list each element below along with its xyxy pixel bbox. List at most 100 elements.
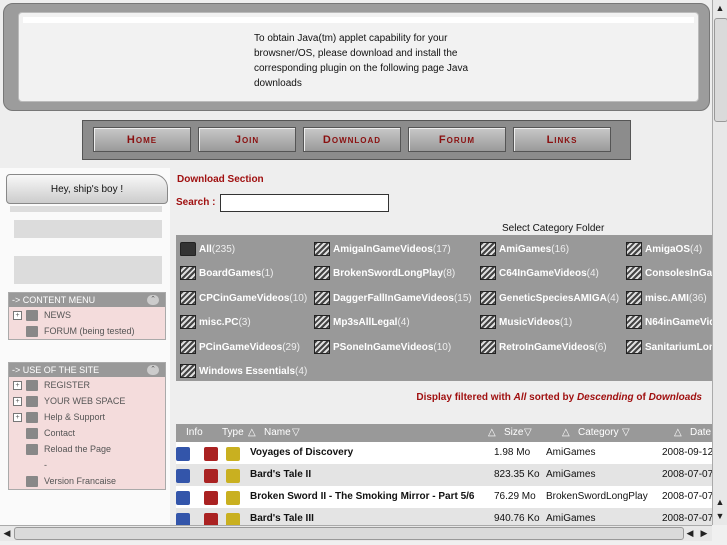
content-menu-panel: -> CONTENT MENU ⌃ + NEWS FORUM (being tes…	[8, 292, 166, 340]
collapse-icon[interactable]: ⌃	[147, 365, 159, 375]
category-count: (4)	[397, 316, 410, 328]
col-type[interactable]: Type	[222, 427, 244, 438]
file-name[interactable]: Broken Sword II - The Smoking Mirror - P…	[250, 491, 474, 502]
horizontal-scroll-thumb[interactable]	[14, 527, 684, 540]
download-icon[interactable]	[204, 513, 218, 525]
file-type-icon[interactable]	[226, 513, 240, 525]
file-type-icon[interactable]	[226, 447, 240, 461]
sidebar-block	[14, 220, 162, 238]
menu-item-web-space[interactable]: + YOUR WEB SPACE	[9, 393, 165, 409]
menu-item-french[interactable]: Version Francaise	[9, 473, 165, 489]
french-flag-icon	[26, 475, 38, 487]
scroll-left-icon[interactable]: ◀	[684, 527, 696, 539]
sort-up-icon[interactable]: △	[562, 427, 570, 438]
file-date: 2008-09-12	[662, 447, 712, 458]
download-icon[interactable]	[204, 447, 218, 461]
sort-down-icon[interactable]: ▽	[292, 427, 300, 438]
menu-item-register[interactable]: + REGISTER	[9, 377, 165, 393]
download-icon[interactable]	[204, 491, 218, 505]
nav-links[interactable]: Links	[513, 127, 611, 152]
category-folder[interactable]: MusicVideos (1)	[480, 314, 572, 330]
category-folder[interactable]: AmigaOS (4)	[626, 241, 702, 257]
col-name[interactable]: Name	[264, 427, 291, 438]
use-site-header[interactable]: -> USE OF THE SITE ⌃	[9, 363, 165, 377]
table-row[interactable]: Bard's Tale II 823.35 Ko AmiGames 2008-07-0…	[176, 464, 712, 486]
category-folder[interactable]: CPCinGameVideos (10)	[180, 290, 307, 306]
nav-home[interactable]: Home	[93, 127, 191, 152]
category-all[interactable]: All (235)	[180, 241, 235, 257]
download-icon[interactable]	[204, 469, 218, 483]
filter-sorted-by: sorted by	[529, 392, 575, 403]
sort-up-icon[interactable]: △	[674, 427, 682, 438]
category-folder[interactable]: misc.PC (3)	[180, 314, 251, 330]
info-icon[interactable]	[176, 469, 190, 483]
info-icon[interactable]	[176, 491, 190, 505]
filter-prefix: Display filtered with	[416, 392, 511, 403]
file-type-icon[interactable]	[226, 491, 240, 505]
scroll-down-icon[interactable]: ▼	[714, 510, 726, 522]
scroll-right-icon[interactable]: ▶	[698, 527, 710, 539]
horizontal-scrollbar[interactable]: ◀ ◀ ▶	[0, 525, 712, 541]
category-folder[interactable]: GeneticSpeciesAMIGA (4)	[480, 290, 619, 306]
expand-icon[interactable]: +	[13, 380, 22, 390]
category-folder[interactable]: Mp3sAllLegal (4)	[314, 314, 410, 330]
menu-item-label: NEWS	[44, 310, 71, 320]
collapse-icon[interactable]: ⌃	[147, 295, 159, 305]
category-folder[interactable]: PCinGameVideos (29)	[180, 339, 300, 355]
category-folder[interactable]: misc.AMI (36)	[626, 290, 707, 306]
category-folder[interactable]: N64inGameVid	[626, 314, 712, 330]
col-date[interactable]: Date	[690, 427, 711, 438]
menu-item-news[interactable]: + NEWS	[9, 307, 165, 323]
scroll-up-icon[interactable]: ▲	[714, 496, 726, 508]
col-category[interactable]: Category	[578, 427, 619, 438]
category-folder[interactable]: BrokenSwordLongPlay (8)	[314, 265, 455, 281]
category-folder[interactable]: DaggerFallInGameVideos (15)	[314, 290, 472, 306]
sort-up-icon[interactable]: △	[248, 427, 256, 438]
file-name[interactable]: Bard's Tale III	[250, 513, 314, 524]
nav-join[interactable]: Join	[198, 127, 296, 152]
category-name: AmiGames	[499, 243, 552, 255]
sort-down-icon[interactable]: ▽	[622, 427, 630, 438]
expand-icon[interactable]: +	[13, 310, 22, 320]
category-folder[interactable]: C64InGameVideos (4)	[480, 265, 599, 281]
sort-down-icon[interactable]: ▽	[524, 427, 532, 438]
menu-separator: -	[9, 457, 165, 473]
category-folder[interactable]: SanitariumLon	[626, 339, 712, 355]
vertical-scroll-thumb[interactable]	[714, 18, 727, 122]
info-icon[interactable]	[176, 513, 190, 525]
vertical-scrollbar[interactable]: ▲ ▲ ▼	[712, 0, 727, 525]
file-name[interactable]: Bard's Tale II	[250, 469, 311, 480]
menu-item-forum[interactable]: FORUM (being tested)	[9, 323, 165, 339]
nav-forum[interactable]: Forum	[408, 127, 506, 152]
scroll-left-icon[interactable]: ◀	[1, 527, 13, 539]
category-name: SanitariumLon	[645, 341, 712, 353]
table-row[interactable]: Bard's Tale III 940.76 Ko AmiGames 2008-07-…	[176, 508, 712, 525]
banner-top-strip	[23, 17, 694, 23]
search-input[interactable]	[220, 194, 389, 212]
scroll-up-icon[interactable]: ▲	[714, 2, 726, 14]
file-type-icon[interactable]	[226, 469, 240, 483]
table-row[interactable]: Voyages of Discovery 1.98 Mo AmiGames 2008-…	[176, 442, 712, 464]
content-menu-header[interactable]: -> CONTENT MENU ⌃	[9, 293, 165, 307]
info-icon[interactable]	[176, 447, 190, 461]
category-folder[interactable]: AmigaInGameVideos (17)	[314, 241, 451, 257]
col-size[interactable]: Size	[504, 427, 523, 438]
category-folder[interactable]: BoardGames (1)	[180, 265, 273, 281]
category-folder[interactable]: Windows Essentials (4)	[180, 363, 307, 379]
menu-item-contact[interactable]: Contact	[9, 425, 165, 441]
menu-item-reload[interactable]: Reload the Page	[9, 441, 165, 457]
menu-item-help[interactable]: + Help & Support	[9, 409, 165, 425]
category-name: CPCinGameVideos	[199, 292, 290, 304]
category-folder[interactable]: AmiGames (16)	[480, 241, 569, 257]
sort-up-icon[interactable]: △	[488, 427, 496, 438]
expand-icon[interactable]: +	[13, 396, 22, 406]
table-row[interactable]: Broken Sword II - The Smoking Mirror - P…	[176, 486, 712, 508]
expand-icon[interactable]: +	[13, 412, 22, 422]
category-name: MusicVideos	[499, 316, 560, 328]
category-icon	[480, 266, 496, 280]
nav-download[interactable]: Download	[303, 127, 401, 152]
category-folder[interactable]: RetroInGameVideos (6)	[480, 339, 607, 355]
category-folder[interactable]: ConsolesInGa	[626, 265, 712, 281]
file-name[interactable]: Voyages of Discovery	[250, 447, 353, 458]
category-folder[interactable]: PSoneInGameVideos (10)	[314, 339, 451, 355]
